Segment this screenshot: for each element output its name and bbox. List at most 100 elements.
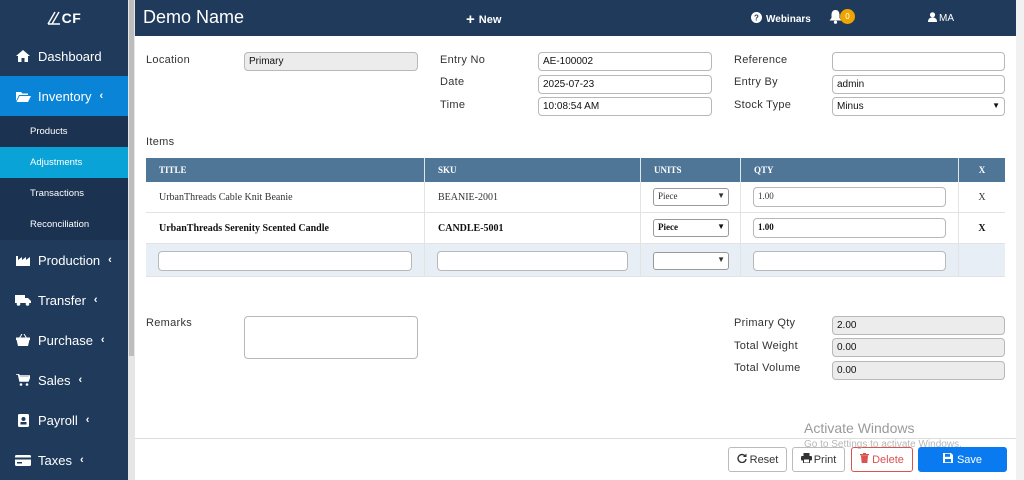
remove-row-button[interactable]: X: [959, 182, 1005, 212]
reference-field[interactable]: [832, 52, 1005, 71]
primary-qty-field[interactable]: 2.00: [832, 316, 1005, 335]
table-header: TITLE SKU UNITS QTY X: [146, 158, 1005, 182]
units-value: Piece: [658, 222, 678, 232]
time-field[interactable]: 10:08:54 AM: [538, 97, 712, 116]
home-icon: [14, 49, 32, 63]
user-menu[interactable]: MA: [928, 12, 954, 25]
units-value: Piece: [658, 191, 678, 201]
new-qty-input[interactable]: [753, 251, 946, 271]
chevron-left-icon: ‹: [99, 90, 104, 102]
new-label: New: [478, 13, 502, 26]
chevron-left-icon: ‹: [85, 414, 90, 426]
sidebar-item-taxes[interactable]: Taxes ‹: [0, 440, 128, 480]
user-initials: MA: [939, 13, 954, 24]
reset-button[interactable]: Reset: [728, 447, 787, 472]
new-item-row: ▼: [146, 244, 1005, 277]
chevron-left-icon: ‹: [100, 334, 105, 346]
cell-title: UrbanThreads Cable Knit Beanie: [146, 182, 425, 212]
entry-no-field[interactable]: AE-100002: [538, 52, 712, 71]
cell-units: ▼: [641, 244, 741, 276]
cell-title: [146, 244, 425, 276]
reference-label: Reference: [734, 54, 788, 66]
sidebar-item-sales[interactable]: Sales ‹: [0, 360, 128, 400]
floppy-icon: [942, 453, 953, 466]
delete-label: Delete: [872, 453, 904, 466]
stock-type-value: Minus: [837, 101, 864, 112]
svg-text:?: ?: [754, 14, 759, 23]
sidebar-item-payroll[interactable]: Payroll ‹: [0, 400, 128, 440]
sidebar-subitem-transactions[interactable]: Transactions: [0, 178, 128, 209]
sidebar-item-purchase[interactable]: Purchase ‹: [0, 320, 128, 360]
chevron-down-icon: ▼: [992, 101, 1000, 110]
entry-by-label: Entry By: [734, 76, 778, 88]
units-select[interactable]: Piece ▼: [653, 219, 729, 237]
app-logo[interactable]: CF: [0, 0, 128, 36]
scrollbar-thumb[interactable]: [129, 0, 134, 356]
remove-row-button[interactable]: X: [959, 213, 1005, 243]
total-volume-field[interactable]: 0.00: [832, 361, 1005, 380]
top-bar: Demo Name + New ? Webinars 0 MA: [135, 0, 1016, 36]
factory-icon: [14, 253, 32, 267]
total-volume-label: Total Volume: [734, 362, 801, 374]
sidebar-subitem-products[interactable]: Products: [0, 116, 128, 147]
column-header-remove: X: [978, 165, 986, 175]
sidebar-subitem-reconciliation[interactable]: Reconciliation: [0, 209, 128, 240]
plus-icon: +: [466, 11, 475, 28]
entry-by-field[interactable]: admin: [832, 75, 1005, 94]
basket-icon: [14, 333, 32, 347]
time-label: Time: [440, 99, 466, 111]
refresh-icon: [737, 453, 747, 466]
webinars-link[interactable]: ? Webinars: [751, 12, 811, 26]
sidebar-item-label: Payroll: [38, 412, 78, 428]
trash-icon: [860, 453, 870, 466]
chevron-left-icon: ‹: [79, 454, 84, 466]
qty-input[interactable]: 1.00: [753, 187, 946, 207]
form-footer: Reset Print Delete Go to Settings to act…: [135, 438, 1016, 480]
sidebar-item-dashboard[interactable]: Dashboard: [0, 36, 128, 76]
chevron-left-icon: ‹: [93, 294, 98, 306]
total-weight-label: Total Weight: [734, 340, 798, 352]
cart-icon: [14, 373, 32, 387]
date-field[interactable]: 2025-07-23: [538, 75, 712, 94]
primary-qty-label: Primary Qty: [734, 317, 796, 329]
cell-qty: 1.00: [741, 182, 959, 212]
total-weight-field[interactable]: 0.00: [832, 338, 1005, 357]
location-field[interactable]: Primary: [244, 52, 418, 71]
sidebar-item-transfer[interactable]: Transfer ‹: [0, 280, 128, 320]
save-label: Save: [956, 453, 983, 466]
adjustment-form: Location Primary Entry No AE-100002 Date…: [135, 36, 1016, 480]
print-button[interactable]: Print: [792, 447, 845, 472]
sidebar-scrollbar[interactable]: [128, 0, 135, 480]
printer-icon: [800, 453, 812, 466]
folder-open-icon: [14, 89, 32, 103]
save-button[interactable]: Save: [918, 447, 1007, 472]
chevron-down-icon: ▼: [717, 222, 725, 231]
column-header-units: UNITS: [641, 158, 741, 182]
cell-qty: 1.00: [741, 213, 959, 243]
page-scrollbar[interactable]: [1016, 0, 1024, 480]
qty-input[interactable]: 1.00: [753, 218, 946, 238]
subitem-label: Reconciliation: [30, 219, 90, 230]
items-label: Items: [146, 136, 175, 148]
subitem-label: Transactions: [30, 188, 85, 199]
sidebar-subitem-adjustments[interactable]: Adjustments: [0, 147, 128, 178]
sidebar-item-label: Taxes: [38, 452, 72, 468]
new-title-input[interactable]: [158, 251, 412, 271]
new-sku-input[interactable]: [437, 251, 628, 271]
reset-label: Reset: [749, 453, 779, 466]
sidebar-item-production[interactable]: Production ‹: [0, 240, 128, 280]
new-button[interactable]: + New: [466, 11, 501, 28]
question-circle-icon: ?: [751, 12, 762, 26]
inventory-submenu: Products Adjustments Transactions Reconc…: [0, 116, 128, 240]
sidebar-item-label: Production: [38, 252, 101, 268]
stock-type-select[interactable]: Minus ▼: [832, 97, 1005, 116]
page-title: Demo Name: [143, 7, 245, 27]
delete-button[interactable]: Delete: [851, 447, 913, 472]
cell-qty: [741, 244, 959, 276]
new-units-select[interactable]: ▼: [653, 252, 729, 270]
units-select[interactable]: Piece ▼: [653, 188, 729, 206]
cell-units: Piece ▼: [641, 213, 741, 243]
date-label: Date: [440, 76, 465, 88]
remarks-textarea[interactable]: [244, 316, 418, 359]
sidebar-item-inventory[interactable]: Inventory ‹: [0, 76, 128, 116]
